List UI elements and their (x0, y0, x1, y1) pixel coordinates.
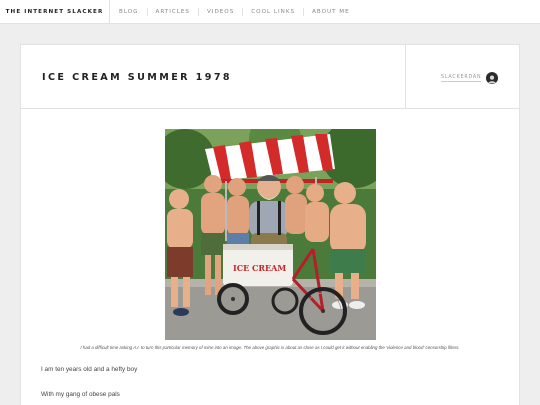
top-nav-bar: THE INTERNET SLACKER BLOG ARTICLES VIDEO… (0, 0, 540, 24)
post-paragraph: I am ten years old and a hefty boy (41, 366, 138, 373)
author-box: SLACKERDAN (405, 45, 519, 108)
nav-item-about-me[interactable]: ABOUT ME (303, 8, 358, 16)
post-title[interactable]: ICE CREAM SUMMER 1978 (42, 72, 232, 83)
nav-item-blog[interactable]: BLOG (111, 8, 147, 16)
post-image: ICE CREAM (165, 129, 376, 340)
main-nav: BLOG ARTICLES VIDEOS COOL LINKS ABOUT ME (111, 0, 358, 24)
post-paragraph: With my gang of obese pals (41, 391, 120, 398)
cart-sign-text: ICE CREAM (233, 263, 286, 273)
post-card: ICE CREAM SUMMER 1978 SLACKERDAN ICE CRE… (20, 44, 520, 405)
nav-item-videos[interactable]: VIDEOS (197, 8, 242, 16)
author-avatar-icon[interactable] (486, 72, 498, 84)
site-brand[interactable]: THE INTERNET SLACKER (0, 0, 110, 24)
nav-item-cool-links[interactable]: COOL LINKS (242, 8, 303, 16)
nav-item-articles[interactable]: ARTICLES (146, 8, 198, 16)
image-caption: I had a difficult time asking A.I. to tu… (80, 345, 460, 350)
post-header: ICE CREAM SUMMER 1978 SLACKERDAN (21, 45, 519, 109)
author-link[interactable]: SLACKERDAN (441, 75, 482, 82)
site-brand-label: THE INTERNET SLACKER (5, 9, 104, 15)
